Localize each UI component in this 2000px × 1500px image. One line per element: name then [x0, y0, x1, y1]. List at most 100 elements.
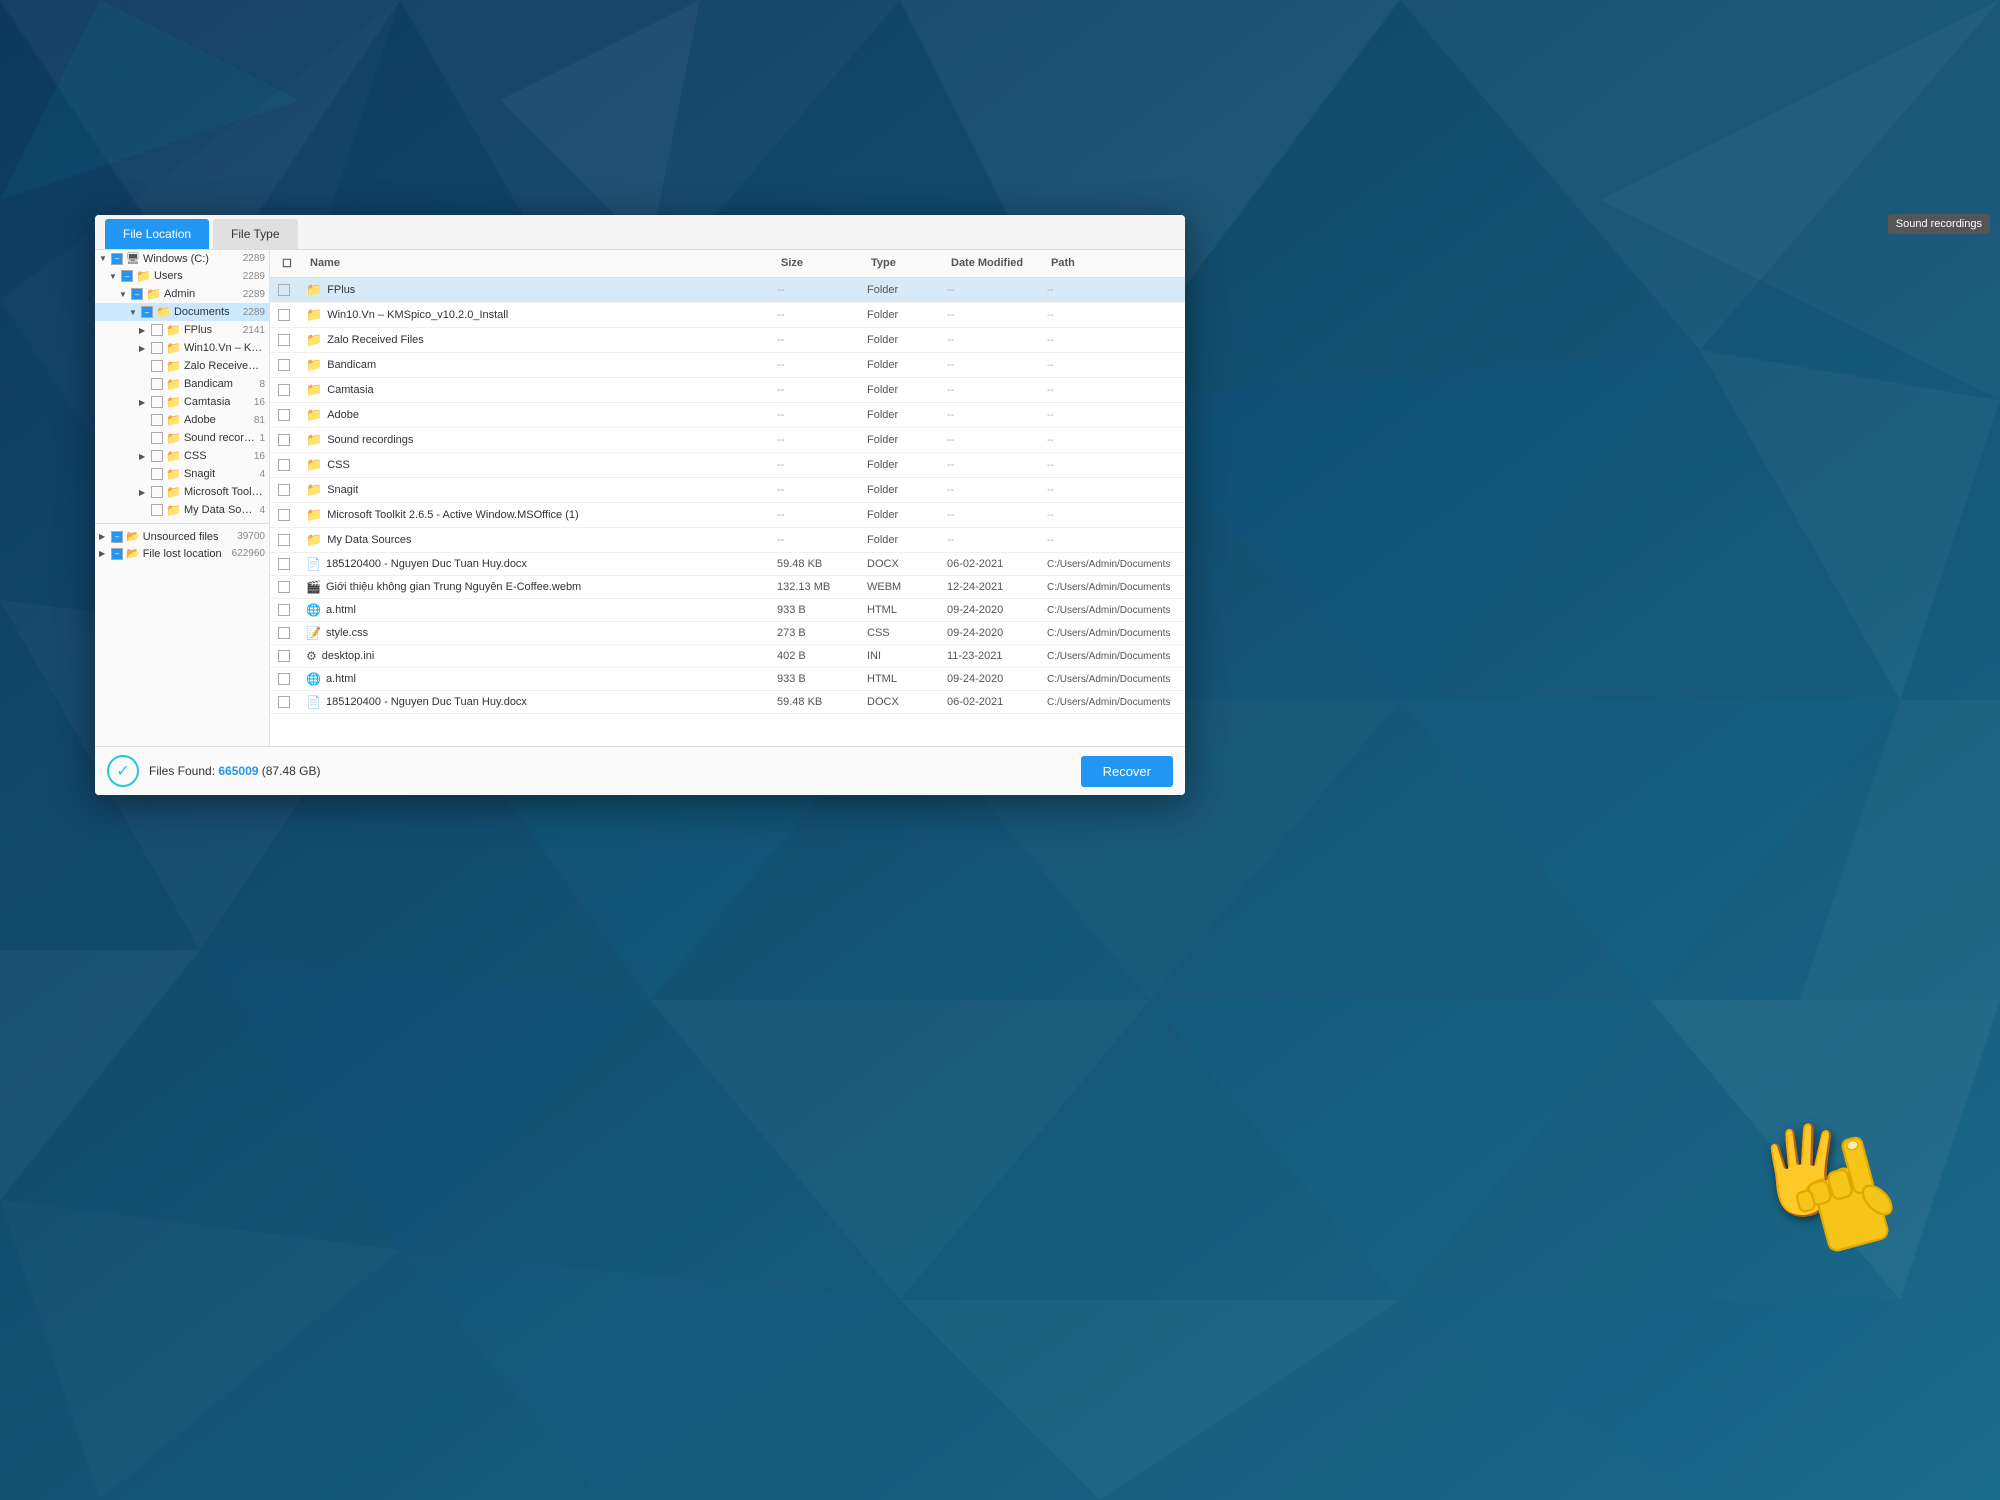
sidebar-item-ms-toolkit[interactable]: ▶ 📁 Microsoft Toolki… — [95, 483, 269, 501]
tree-checkbox-documents[interactable]: – — [141, 306, 153, 318]
sidebar-item-snagit[interactable]: 📁 Snagit 4 — [95, 465, 269, 483]
row-checkbox[interactable] — [278, 309, 290, 321]
row-checkbox[interactable] — [278, 581, 290, 593]
table-row[interactable]: 📁 Sound recordings -- Folder -- -- — [270, 428, 1185, 453]
tree-checkbox-camtasia[interactable] — [151, 396, 163, 408]
row-checkbox[interactable] — [278, 359, 290, 371]
row-checkbox[interactable] — [278, 604, 290, 616]
row-check-cell[interactable] — [278, 627, 306, 639]
table-row[interactable]: ⚙ desktop.ini 402 B INI 11-23-2021 C:/Us… — [270, 645, 1185, 668]
row-checkbox[interactable] — [278, 509, 290, 521]
tree-checkbox-snagit[interactable] — [151, 468, 163, 480]
tree-checkbox-sound[interactable] — [151, 432, 163, 444]
table-row[interactable]: 📁 Camtasia -- Folder -- -- — [270, 378, 1185, 403]
row-checkbox[interactable] — [278, 558, 290, 570]
row-check-cell[interactable] — [278, 459, 306, 471]
tree-checkbox-ms-toolkit[interactable] — [151, 486, 163, 498]
file-path-cell: C:/Users/Admin/Documents — [1047, 582, 1177, 593]
table-row[interactable]: 📁 Microsoft Toolkit 2.6.5 - Active Windo… — [270, 503, 1185, 528]
tree-checkbox-bandicam[interactable] — [151, 378, 163, 390]
row-check-cell[interactable] — [278, 384, 306, 396]
table-row[interactable]: 🌐 a.html 933 B HTML 09-24-2020 C:/Users/… — [270, 668, 1185, 691]
sidebar-item-camtasia[interactable]: ▶ 📁 Camtasia 16 — [95, 393, 269, 411]
sidebar-item-css[interactable]: ▶ 📁 CSS 16 — [95, 447, 269, 465]
row-check-cell[interactable] — [278, 484, 306, 496]
tree-checkbox-unsourced[interactable]: – — [111, 531, 123, 543]
sidebar-item-fplus[interactable]: ▶ 📁 FPlus 2141 — [95, 321, 269, 339]
file-date-cell: 12-24-2021 — [947, 581, 1047, 593]
sidebar-item-my-data-sources[interactable]: 📁 My Data Sources 4 — [95, 501, 269, 519]
row-check-cell[interactable] — [278, 696, 306, 708]
row-checkbox[interactable] — [278, 284, 290, 296]
table-row[interactable]: 🎬 Giới thiệu không gian Trung Nguyên E-C… — [270, 576, 1185, 599]
row-check-cell[interactable] — [278, 650, 306, 662]
tree-checkbox-windows-c[interactable]: – — [111, 253, 123, 265]
sidebar: ▼ – 🖥 Windows (C:) 2289 ▼ – 📁 Users 2289… — [95, 250, 270, 746]
table-row[interactable]: 📁 Win10.Vn – KMSpico_v10.2.0_Install -- … — [270, 303, 1185, 328]
sidebar-item-windows-c[interactable]: ▼ – 🖥 Windows (C:) 2289 — [95, 250, 269, 267]
tree-checkbox-zalo[interactable] — [151, 360, 163, 372]
table-row[interactable]: 📄 185120400 - Nguyen Duc Tuan Huy.docx 5… — [270, 691, 1185, 714]
sidebar-item-bandicam[interactable]: 📁 Bandicam 8 — [95, 375, 269, 393]
row-checkbox[interactable] — [278, 434, 290, 446]
table-row[interactable]: 📝 style.css 273 B CSS 09-24-2020 C:/User… — [270, 622, 1185, 645]
sidebar-item-adobe[interactable]: 📁 Adobe 81 — [95, 411, 269, 429]
row-check-cell[interactable] — [278, 581, 306, 593]
row-checkbox[interactable] — [278, 650, 290, 662]
sidebar-count-adobe: 81 — [254, 415, 265, 426]
row-check-cell[interactable] — [278, 434, 306, 446]
row-check-cell[interactable] — [278, 409, 306, 421]
row-check-cell[interactable] — [278, 334, 306, 346]
tree-checkbox-admin[interactable]: – — [131, 288, 143, 300]
row-checkbox[interactable] — [278, 409, 290, 421]
row-check-cell[interactable] — [278, 309, 306, 321]
sidebar-item-sound-recordings[interactable]: 📁 Sound recordings 1 — [95, 429, 269, 447]
tree-checkbox-adobe[interactable] — [151, 414, 163, 426]
sidebar-item-file-lost[interactable]: ▶ – 📂 File lost location 622960 — [95, 545, 269, 562]
tree-checkbox-users[interactable]: – — [121, 270, 133, 282]
row-checkbox[interactable] — [278, 696, 290, 708]
row-checkbox[interactable] — [278, 534, 290, 546]
tree-checkbox-fplus[interactable] — [151, 324, 163, 336]
html-row-icon: 🌐 — [306, 603, 321, 617]
header-checkbox[interactable]: ☐ — [282, 258, 292, 270]
row-check-cell[interactable] — [278, 558, 306, 570]
sidebar-item-unsourced[interactable]: ▶ – 📂 Unsourced files 39700 — [95, 528, 269, 545]
row-check-cell[interactable] — [278, 604, 306, 616]
row-checkbox[interactable] — [278, 484, 290, 496]
sidebar-label-sound: Sound recordings — [184, 432, 256, 444]
row-check-cell[interactable] — [278, 284, 306, 296]
html-row-icon: 🌐 — [306, 672, 321, 686]
table-row[interactable]: 📄 185120400 - Nguyen Duc Tuan Huy.docx 5… — [270, 553, 1185, 576]
sidebar-item-win10[interactable]: ▶ 📁 Win10.Vn – KMS… — [95, 339, 269, 357]
row-checkbox[interactable] — [278, 673, 290, 685]
row-checkbox[interactable] — [278, 459, 290, 471]
row-checkbox[interactable] — [278, 384, 290, 396]
tree-checkbox-css[interactable] — [151, 450, 163, 462]
tree-checkbox-win10[interactable] — [151, 342, 163, 354]
folder-row-icon: 📁 — [306, 532, 322, 548]
tab-file-location[interactable]: File Location — [105, 219, 209, 249]
tree-checkbox-file-lost[interactable]: – — [111, 548, 123, 560]
tree-checkbox-my-data[interactable] — [151, 504, 163, 516]
table-row[interactable]: 📁 Zalo Received Files -- Folder -- -- — [270, 328, 1185, 353]
sidebar-item-admin[interactable]: ▼ – 📁 Admin 2289 — [95, 285, 269, 303]
sidebar-item-documents[interactable]: ▼ – 📁 Documents 2289 — [95, 303, 269, 321]
table-row[interactable]: 🌐 a.html 933 B HTML 09-24-2020 C:/Users/… — [270, 599, 1185, 622]
row-check-cell[interactable] — [278, 673, 306, 685]
table-row[interactable]: 📁 Adobe -- Folder -- -- — [270, 403, 1185, 428]
table-row[interactable]: 📁 CSS -- Folder -- -- — [270, 453, 1185, 478]
recover-button[interactable]: Recover — [1081, 756, 1173, 787]
tab-file-type[interactable]: File Type — [213, 219, 297, 249]
row-check-cell[interactable] — [278, 534, 306, 546]
table-row[interactable]: 📁 FPlus -- Folder -- -- — [270, 278, 1185, 303]
table-row[interactable]: 📁 Bandicam -- Folder -- -- — [270, 353, 1185, 378]
row-checkbox[interactable] — [278, 627, 290, 639]
sidebar-item-users[interactable]: ▼ – 📁 Users 2289 — [95, 267, 269, 285]
table-row[interactable]: 📁 Snagit -- Folder -- -- — [270, 478, 1185, 503]
row-check-cell[interactable] — [278, 359, 306, 371]
row-check-cell[interactable] — [278, 509, 306, 521]
sidebar-item-zalo[interactable]: 📁 Zalo Received Fil… — [95, 357, 269, 375]
table-row[interactable]: 📁 My Data Sources -- Folder -- -- — [270, 528, 1185, 553]
row-checkbox[interactable] — [278, 334, 290, 346]
